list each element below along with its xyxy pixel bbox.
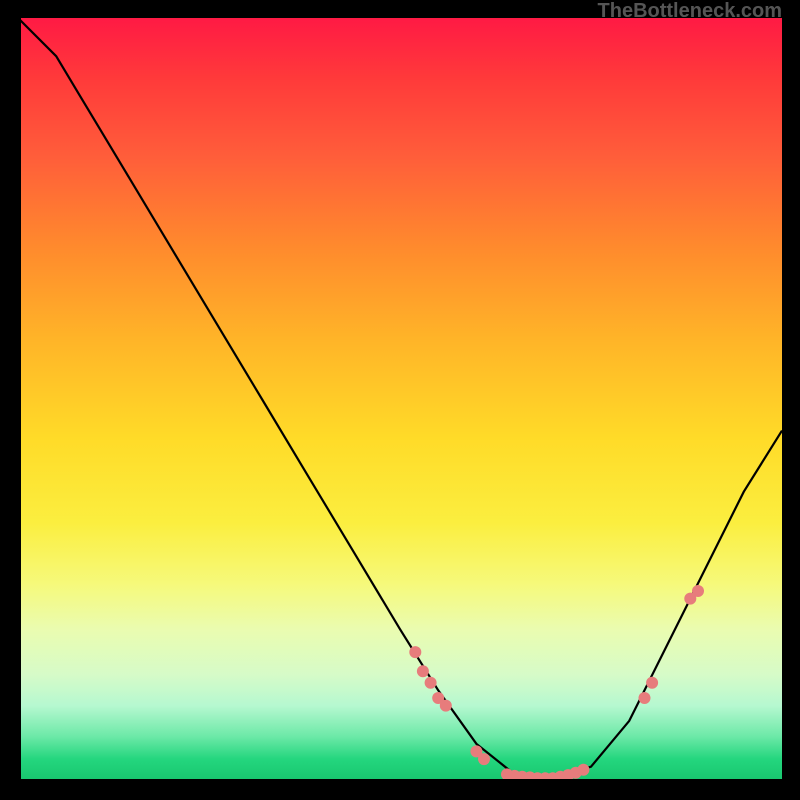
highlighted-data-point [417,665,429,677]
highlighted-points-group [409,585,704,782]
highlighted-data-point [646,677,658,689]
highlighted-data-point [478,753,490,765]
highlighted-data-point [639,692,651,704]
watermark-text: TheBottleneck.com [598,0,782,23]
bottleneck-curve [18,18,782,778]
highlighted-data-point [577,764,589,776]
highlighted-data-point [440,700,452,712]
highlighted-data-point [692,585,704,597]
bottleneck-chart: TheBottleneck.com [0,0,800,800]
highlighted-data-point [409,646,421,658]
curve-svg [18,18,782,782]
highlighted-data-point [425,677,437,689]
